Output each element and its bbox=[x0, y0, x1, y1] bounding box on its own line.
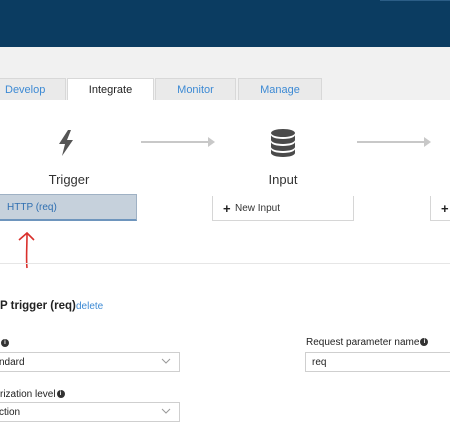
new-input-label: New Input bbox=[235, 203, 281, 214]
mode-field-label: i bbox=[0, 338, 9, 349]
authorization-level-select[interactable]: ction bbox=[0, 402, 180, 422]
trigger-item-label: HTTP (req) bbox=[7, 202, 57, 213]
header-divider-strip bbox=[380, 0, 450, 5]
request-parameter-label-text: Request parameter name bbox=[306, 337, 420, 348]
request-parameter-value: req bbox=[312, 357, 327, 368]
flow-arrow-trigger-to-input bbox=[141, 136, 215, 148]
delete-trigger-link[interactable]: delete bbox=[76, 301, 103, 312]
request-parameter-input[interactable]: req bbox=[305, 352, 450, 372]
authorization-level-label: rization level i bbox=[0, 389, 65, 400]
tab-integrate[interactable]: Integrate bbox=[67, 78, 154, 100]
database-icon bbox=[268, 128, 298, 158]
mode-select-value: ndard bbox=[0, 357, 25, 368]
authorization-level-label-text: rization level bbox=[0, 389, 56, 400]
flow-arrow-input-to-output bbox=[357, 136, 431, 148]
function-integrate-page: Develop Integrate Monitor Manage Trigger… bbox=[0, 0, 450, 428]
section-divider bbox=[0, 263, 450, 264]
trigger-section-title: P trigger (req) bbox=[0, 300, 76, 312]
plus-icon: + bbox=[441, 201, 449, 216]
authorization-level-value: ction bbox=[0, 407, 21, 418]
tab-monitor[interactable]: Monitor bbox=[155, 78, 236, 100]
mode-select[interactable]: ndard bbox=[0, 352, 180, 372]
input-column-title: Input bbox=[268, 172, 298, 187]
trigger-column-title: Trigger bbox=[48, 172, 90, 187]
trigger-http-req-item[interactable]: HTTP (req) bbox=[0, 194, 137, 221]
request-parameter-label: Request parameter name i bbox=[306, 337, 429, 348]
portal-header-bar bbox=[0, 0, 450, 47]
tab-develop[interactable]: Develop bbox=[0, 78, 66, 100]
chevron-down-icon bbox=[161, 358, 171, 364]
new-output-button[interactable]: + bbox=[430, 196, 450, 221]
info-icon[interactable]: i bbox=[1, 339, 9, 348]
info-icon[interactable]: i bbox=[56, 390, 65, 399]
annotation-arrow-icon bbox=[14, 230, 40, 270]
tab-manage[interactable]: Manage bbox=[238, 78, 322, 100]
new-input-button[interactable]: + New Input bbox=[212, 196, 354, 221]
plus-icon: + bbox=[223, 201, 231, 216]
lightning-bolt-icon bbox=[57, 130, 75, 156]
info-icon[interactable]: i bbox=[420, 338, 429, 347]
chevron-down-icon bbox=[161, 408, 171, 414]
